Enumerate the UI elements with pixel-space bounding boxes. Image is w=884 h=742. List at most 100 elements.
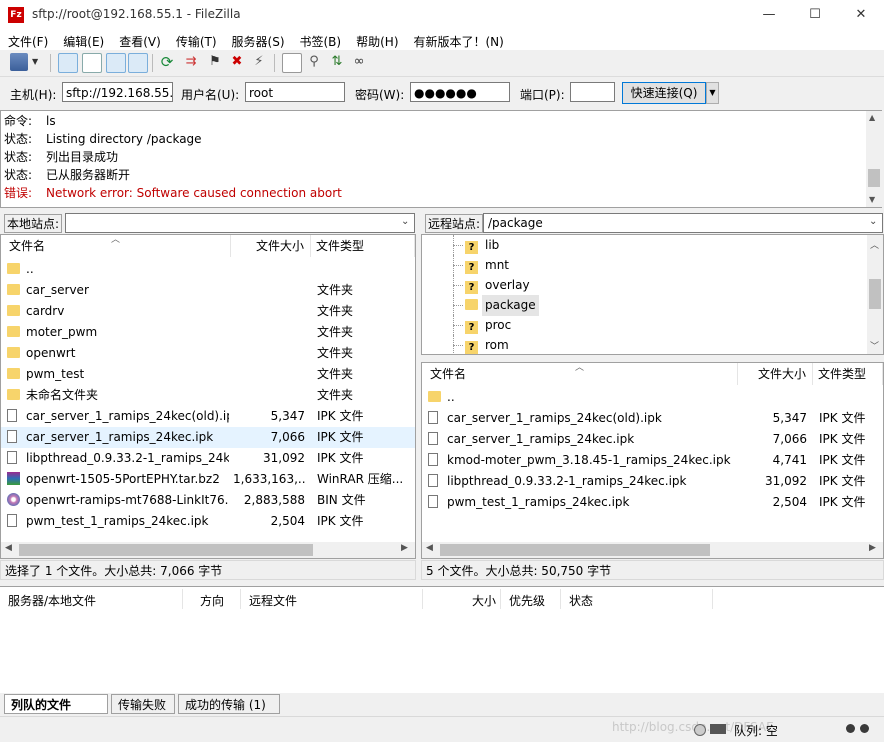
scroll-up-icon[interactable]: ︿	[870, 238, 879, 251]
file-row[interactable]: openwrt-1505-5PortEPHY.tar.bz2 1,633,163,…	[1, 469, 415, 490]
remote-col-size[interactable]: 文件大小	[738, 363, 813, 385]
remote-path-combo[interactable]: /package	[483, 213, 883, 233]
maximize-button[interactable]: ☐	[792, 0, 838, 30]
local-hscrollbar[interactable]: ◀ ▶	[1, 542, 415, 558]
tree-item[interactable]: ? rom	[422, 335, 862, 354]
tree-item[interactable]: ? proc	[422, 315, 862, 336]
disconnect-icon[interactable]: ✖	[228, 53, 246, 71]
file-row[interactable]: kmod-moter_pwm_3.18.45-1_ramips_24kec.ip…	[422, 450, 883, 471]
queue-col-remote[interactable]: 远程文件	[249, 592, 297, 609]
search-files-icon[interactable]: ∞	[350, 53, 368, 71]
toggle-log-icon[interactable]	[58, 53, 78, 73]
log-value: ls	[46, 114, 56, 128]
menu-new-version[interactable]: 有新版本了！(N)	[406, 30, 511, 50]
file-row[interactable]: 未命名文件夹 文件夹	[1, 385, 415, 406]
tree-item[interactable]: ? overlay	[422, 275, 862, 296]
menu-file[interactable]: 文件(F)	[0, 30, 55, 50]
directory-comparison-icon[interactable]: ⚲	[305, 53, 323, 71]
menu-view[interactable]: 查看(V)	[111, 30, 168, 50]
file-row[interactable]: car_server_1_ramips_24kec.ipk 7,066 IPK 文件	[422, 429, 883, 450]
local-path-dropdown-icon[interactable]: ⌄	[401, 216, 409, 227]
directory-listing-filters-icon[interactable]	[282, 53, 302, 73]
file-row[interactable]: moter_pwm 文件夹	[1, 322, 415, 343]
scroll-right-icon[interactable]: ▶	[401, 543, 408, 553]
tab-successful-transfers[interactable]: 成功的传输 (1)	[178, 694, 280, 714]
file-row[interactable]: car_server 文件夹	[1, 280, 415, 301]
queue-col-status[interactable]: 状态	[569, 592, 593, 609]
reconnect-icon[interactable]: ⚡	[250, 53, 268, 71]
host-input[interactable]: sftp://192.168.55.	[62, 82, 173, 102]
file-icon	[428, 432, 438, 445]
remote-hscroll-thumb[interactable]	[440, 544, 710, 556]
toggle-local-tree-icon[interactable]	[82, 53, 102, 73]
menu-help[interactable]: 帮助(H)	[348, 30, 405, 50]
file-row[interactable]: openwrt 文件夹	[1, 343, 415, 364]
port-input[interactable]	[570, 82, 615, 102]
file-row[interactable]: cardrv 文件夹	[1, 301, 415, 322]
folder-icon	[7, 389, 20, 400]
log-scrollbar[interactable]: ▲ ▼	[866, 111, 882, 207]
scroll-down-icon[interactable]: ▼	[869, 195, 875, 204]
local-col-type[interactable]: 文件类型	[311, 235, 415, 257]
file-row[interactable]: pwm_test_1_ramips_24kec.ipk 2,504 IPK 文件	[422, 492, 883, 513]
scroll-up-icon[interactable]: ▲	[869, 113, 875, 122]
remote-tree-scroll-thumb[interactable]	[869, 279, 881, 309]
tree-item[interactable]: ? mnt	[422, 255, 862, 276]
remote-col-type[interactable]: 文件类型	[813, 363, 883, 385]
minimize-button[interactable]: —	[746, 0, 792, 30]
scroll-right-icon[interactable]: ▶	[869, 543, 876, 553]
quickconnect-dropdown-icon[interactable]: ▼	[706, 82, 719, 104]
menu-edit[interactable]: 编辑(E)	[55, 30, 111, 50]
username-input[interactable]: root	[245, 82, 345, 102]
log-row: 状态: Listing directory /package	[4, 130, 202, 148]
file-row[interactable]: pwm_test_1_ramips_24kec.ipk 2,504 IPK 文件	[1, 511, 415, 532]
queue-col-server[interactable]: 服务器/本地文件	[8, 592, 96, 609]
queue-col-size[interactable]: 大小	[472, 592, 496, 609]
site-manager-icon[interactable]	[10, 53, 28, 71]
menu-bookmarks[interactable]: 书签(B)	[292, 30, 349, 50]
file-name: ..	[447, 390, 455, 404]
file-row[interactable]: ..	[1, 259, 415, 280]
toggle-remote-tree-icon[interactable]	[106, 53, 126, 73]
file-name: car_server_1_ramips_24kec(old).ipk	[26, 409, 229, 423]
password-input[interactable]: ●●●●●●	[410, 82, 510, 102]
tree-item[interactable]: ? lib	[422, 235, 862, 256]
menu-server[interactable]: 服务器(S)	[224, 30, 292, 50]
file-type: 文件夹	[317, 304, 354, 318]
file-row[interactable]: openwrt-ramips-mt7688-LinkIt76... 2,883,5…	[1, 490, 415, 511]
close-button[interactable]: ✕	[838, 0, 884, 30]
file-row[interactable]: libpthread_0.9.33.2-1_ramips_24k... 31,09…	[1, 448, 415, 469]
scroll-down-icon[interactable]: ﹀	[870, 339, 879, 352]
scroll-left-icon[interactable]: ◀	[5, 543, 12, 553]
queue-col-direction[interactable]: 方向	[200, 592, 224, 609]
file-row[interactable]: car_server_1_ramips_24kec(old).ipk 5,347 I…	[1, 406, 415, 427]
file-row[interactable]: pwm_test 文件夹	[1, 364, 415, 385]
remote-tree-scrollbar[interactable]: ︿ ﹀	[867, 235, 883, 354]
refresh-icon[interactable]: ⟳	[158, 53, 176, 71]
tab-queued-files[interactable]: 列队的文件	[4, 694, 108, 714]
file-icon	[7, 451, 17, 464]
process-queue-icon[interactable]: ⇉	[182, 53, 200, 71]
menu-transfer[interactable]: 传输(T)	[168, 30, 224, 50]
synchronized-browsing-icon[interactable]: ⇅	[328, 53, 346, 71]
file-name: car_server	[26, 283, 89, 297]
file-row[interactable]: ..	[422, 387, 883, 408]
tab-failed-transfers[interactable]: 传输失败	[111, 694, 175, 714]
remote-hscrollbar[interactable]: ◀ ▶	[422, 542, 883, 558]
cancel-operation-icon[interactable]: ⚑	[206, 53, 224, 71]
toggle-queue-icon[interactable]	[128, 53, 148, 73]
local-path-combo[interactable]	[65, 213, 415, 233]
quickconnect-button[interactable]: 快速连接(Q)	[622, 82, 706, 104]
tree-item[interactable]: package	[422, 295, 862, 316]
local-hscroll-thumb[interactable]	[19, 544, 313, 556]
local-site-label: 本地站点:	[4, 214, 63, 233]
file-row[interactable]: car_server_1_ramips_24kec.ipk 7,066 IPK 文件	[1, 427, 415, 448]
local-col-size[interactable]: 文件大小	[231, 235, 311, 257]
file-row[interactable]: car_server_1_ramips_24kec(old).ipk 5,347 I…	[422, 408, 883, 429]
remote-path-dropdown-icon[interactable]: ⌄	[869, 216, 877, 227]
queue-col-priority[interactable]: 优先级	[509, 592, 545, 609]
log-scroll-thumb[interactable]	[868, 169, 880, 187]
file-row[interactable]: libpthread_0.9.33.2-1_ramips_24kec.ipk 31…	[422, 471, 883, 492]
site-manager-dropdown-icon[interactable]: ▼	[32, 53, 42, 71]
scroll-left-icon[interactable]: ◀	[426, 543, 433, 553]
